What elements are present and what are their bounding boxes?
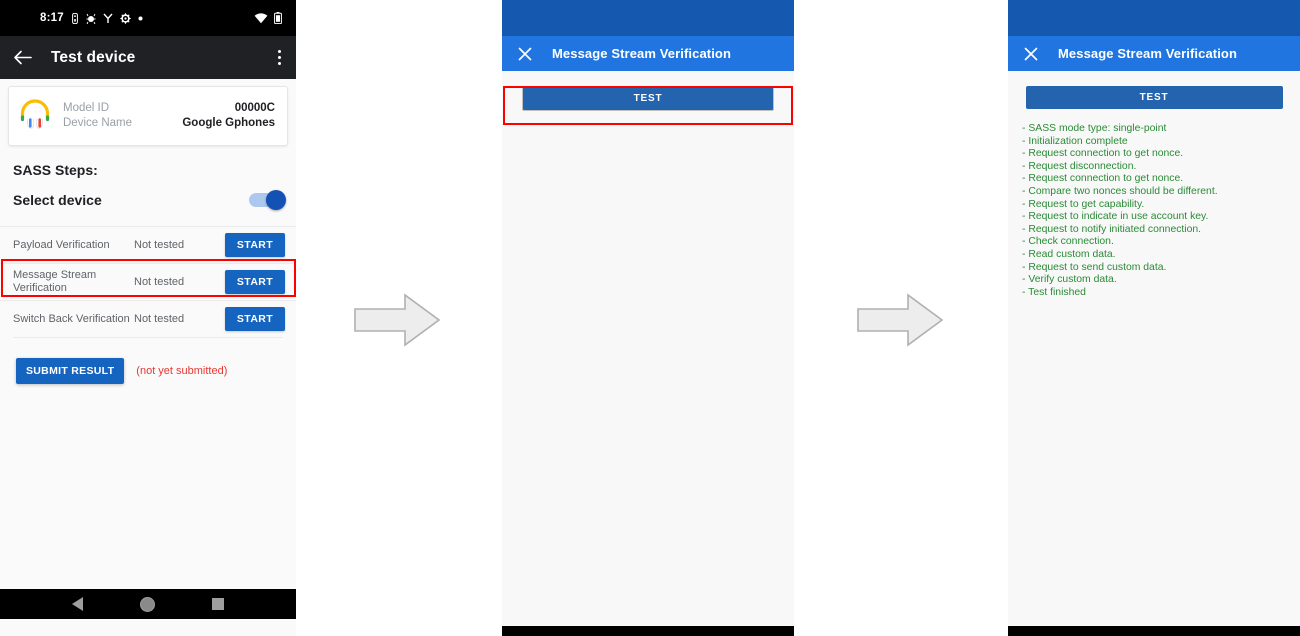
step-status: Not tested bbox=[134, 313, 185, 325]
system-nav-bar bbox=[502, 626, 794, 636]
battery-icon bbox=[274, 12, 282, 24]
system-nav-bar bbox=[1008, 626, 1300, 636]
screenshot-canvas: 8:17 Test device Model ID 00000C Device … bbox=[0, 0, 1300, 636]
model-id-value: 00000C bbox=[234, 102, 275, 114]
device-row-model-id: Model ID 00000C bbox=[63, 101, 275, 116]
settings-icon bbox=[120, 12, 131, 24]
dialog-title: Message Stream Verification bbox=[1058, 46, 1237, 61]
submit-status-note: (not yet submitted) bbox=[136, 365, 228, 377]
dialog-body: TEST bbox=[502, 71, 794, 636]
system-nav-bar bbox=[0, 589, 296, 619]
status-bar: 8:17 bbox=[0, 0, 296, 36]
page-title: Test device bbox=[51, 48, 136, 66]
wifi-icon bbox=[254, 12, 268, 24]
dot-icon bbox=[138, 16, 143, 21]
dialog-body: TEST - SASS mode type: single-point - In… bbox=[1008, 71, 1300, 636]
device-name-label: Device Name bbox=[63, 117, 133, 129]
submit-row: SUBMIT RESULT (not yet submitted) bbox=[16, 358, 296, 384]
test-log: - SASS mode type: single-point - Initial… bbox=[1022, 123, 1218, 298]
close-icon[interactable] bbox=[1024, 47, 1038, 61]
test-button[interactable]: TEST bbox=[1025, 86, 1283, 109]
steps-divider bbox=[13, 337, 283, 338]
start-button-payload-verification[interactable]: START bbox=[225, 233, 285, 257]
test-button[interactable]: TEST bbox=[522, 86, 774, 111]
dialog-app-bar: Message Stream Verification bbox=[1008, 36, 1300, 71]
device-name-value: Google Gphones bbox=[182, 117, 275, 129]
step-row-switch-back-verification: Switch Back Verification Not tested STAR… bbox=[0, 300, 296, 337]
close-icon[interactable] bbox=[518, 47, 532, 61]
status-bar-left: 8:17 bbox=[40, 12, 143, 24]
overflow-menu-icon[interactable] bbox=[277, 49, 281, 66]
dialog-app-bar: Message Stream Verification bbox=[502, 36, 794, 71]
step-name: Switch Back Verification bbox=[13, 312, 130, 325]
status-bar bbox=[502, 0, 794, 36]
nav-home-icon[interactable] bbox=[139, 596, 155, 612]
step-name: Message Stream Verification bbox=[13, 269, 97, 294]
vpn-icon bbox=[103, 13, 113, 24]
sim-icon bbox=[71, 12, 79, 24]
device-detail-body: Model ID 00000C Device Name Google Gphon… bbox=[0, 86, 296, 619]
nav-back-icon[interactable] bbox=[72, 597, 84, 611]
flow-arrow-right-icon bbox=[856, 292, 944, 348]
device-row-device-name: Device Name Google Gphones bbox=[63, 116, 275, 131]
device-info-rows: Model ID 00000C Device Name Google Gphon… bbox=[63, 101, 275, 131]
start-button-message-stream-verification[interactable]: START bbox=[225, 270, 285, 294]
device-card: Model ID 00000C Device Name Google Gphon… bbox=[8, 86, 288, 146]
step-row-payload-verification: Payload Verification Not tested START bbox=[0, 226, 296, 263]
status-bar-right bbox=[254, 12, 282, 24]
model-id-label: Model ID bbox=[63, 102, 110, 114]
nav-recents-icon[interactable] bbox=[211, 598, 224, 610]
select-device-label: Select device bbox=[13, 192, 102, 208]
phone-screen-device-detail: 8:17 Test device Model ID 00000C Device … bbox=[0, 0, 296, 636]
back-arrow-icon[interactable] bbox=[13, 50, 32, 65]
status-bar bbox=[1008, 0, 1300, 36]
status-bar-time: 8:17 bbox=[40, 12, 64, 24]
select-device-row: Select device bbox=[13, 190, 286, 210]
select-device-toggle[interactable] bbox=[249, 190, 286, 210]
step-status: Not tested bbox=[134, 239, 185, 251]
phone-screen-test-dialog-empty: Message Stream Verification TEST bbox=[502, 0, 794, 636]
step-name: Payload Verification bbox=[13, 238, 110, 251]
step-row-message-stream-verification: Message Stream Verification Not tested S… bbox=[0, 263, 296, 300]
debug-icon bbox=[86, 13, 96, 24]
steps-list: Payload Verification Not tested START Me… bbox=[0, 226, 296, 338]
flow-arrow-right-icon bbox=[353, 292, 441, 348]
sass-steps-heading: SASS Steps: bbox=[13, 162, 98, 178]
step-status: Not tested bbox=[134, 276, 185, 288]
app-bar: Test device bbox=[0, 36, 296, 79]
submit-result-button[interactable]: SUBMIT RESULT bbox=[16, 358, 125, 384]
dialog-title: Message Stream Verification bbox=[552, 46, 731, 61]
start-button-switch-back-verification[interactable]: START bbox=[225, 307, 285, 331]
headphones-icon bbox=[17, 95, 53, 136]
phone-screen-test-dialog-results: Message Stream Verification TEST - SASS … bbox=[1008, 0, 1300, 636]
